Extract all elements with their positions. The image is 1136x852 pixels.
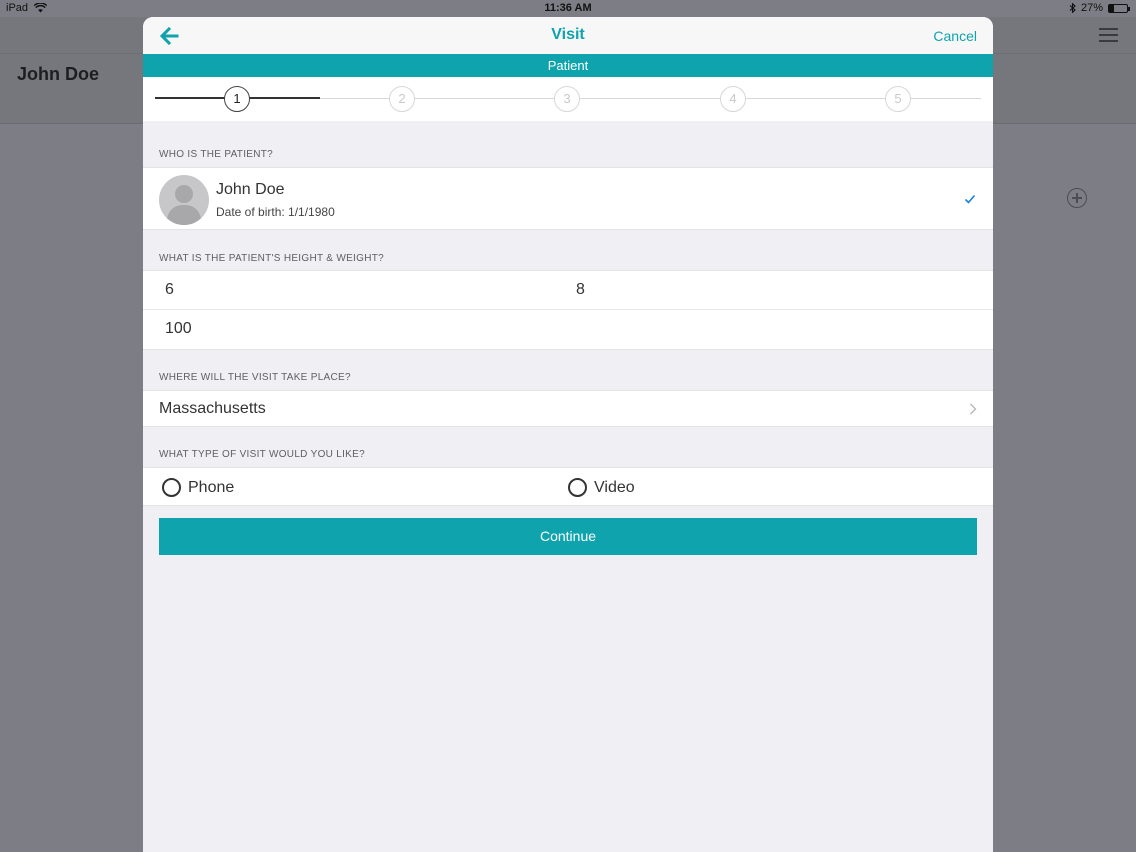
patient-row[interactable]: John Doe Date of birth: 1/1/1980 — [143, 167, 993, 230]
step-3[interactable]: 3 — [554, 86, 580, 112]
phone-radio-option[interactable]: Phone — [162, 478, 234, 497]
avatar — [159, 175, 209, 225]
visit-type-section-label: WHAT TYPE OF VISIT WOULD YOU LIKE? — [159, 449, 365, 460]
phone-label: Phone — [188, 478, 235, 496]
patient-dob: Date of birth: 1/1/1980 — [216, 205, 335, 219]
bluetooth-icon — [1069, 3, 1076, 13]
checkmark-icon — [964, 194, 976, 204]
step-1[interactable]: 1 — [224, 86, 250, 112]
cancel-button[interactable]: Cancel — [933, 28, 977, 44]
chevron-right-icon — [970, 403, 977, 415]
video-radio-option[interactable]: Video — [568, 478, 635, 497]
radio-circle-icon[interactable] — [162, 478, 181, 497]
status-right: 27% — [1069, 2, 1130, 14]
location-section-label: WHERE WILL THE VISIT TAKE PLACE? — [159, 372, 351, 383]
continue-button[interactable]: Continue — [159, 518, 977, 555]
video-label: Video — [594, 478, 635, 496]
patient-section-label: WHO IS THE PATIENT? — [159, 149, 274, 160]
weight-input[interactable]: 100 — [165, 320, 192, 338]
radio-circle-icon[interactable] — [568, 478, 587, 497]
height-weight-section-label: WHAT IS THE PATIENT'S HEIGHT & WEIGHT? — [159, 253, 384, 264]
visit-modal: Visit Cancel Patient 1 2 3 4 5 WHO IS TH… — [143, 17, 993, 852]
battery-percent: 27% — [1080, 2, 1103, 14]
location-row[interactable]: Massachusetts — [143, 390, 993, 427]
background-title: John Doe — [17, 64, 100, 84]
battery-icon — [1108, 3, 1130, 13]
battery-fill — [1109, 4, 1114, 12]
weight-row: 100 — [143, 310, 993, 349]
patient-name: John Doe — [216, 181, 285, 198]
person-icon — [166, 185, 202, 225]
height-weight-card: 6 8 100 — [143, 270, 993, 350]
height-inches-input[interactable]: 8 — [576, 281, 585, 299]
hamburger-menu-icon[interactable] — [1099, 28, 1118, 42]
step-2[interactable]: 2 — [389, 86, 415, 112]
step-4[interactable]: 4 — [720, 86, 746, 112]
step-title-banner: Patient — [143, 54, 993, 77]
status-time: 11:36 AM — [544, 2, 592, 14]
step-5[interactable]: 5 — [885, 86, 911, 112]
modal-title: Visit — [551, 26, 585, 43]
location-value: Massachusetts — [159, 400, 266, 417]
height-feet-input[interactable]: 6 — [165, 281, 174, 299]
add-icon[interactable] — [1067, 188, 1087, 208]
modal-nav-bar: Visit Cancel — [143, 17, 993, 54]
status-bar: iPad 11:36 AM 27% — [0, 0, 1136, 17]
height-row: 6 8 — [143, 271, 993, 310]
step-indicator: 1 2 3 4 5 — [143, 77, 993, 121]
visit-type-row: Phone Video — [143, 467, 993, 506]
